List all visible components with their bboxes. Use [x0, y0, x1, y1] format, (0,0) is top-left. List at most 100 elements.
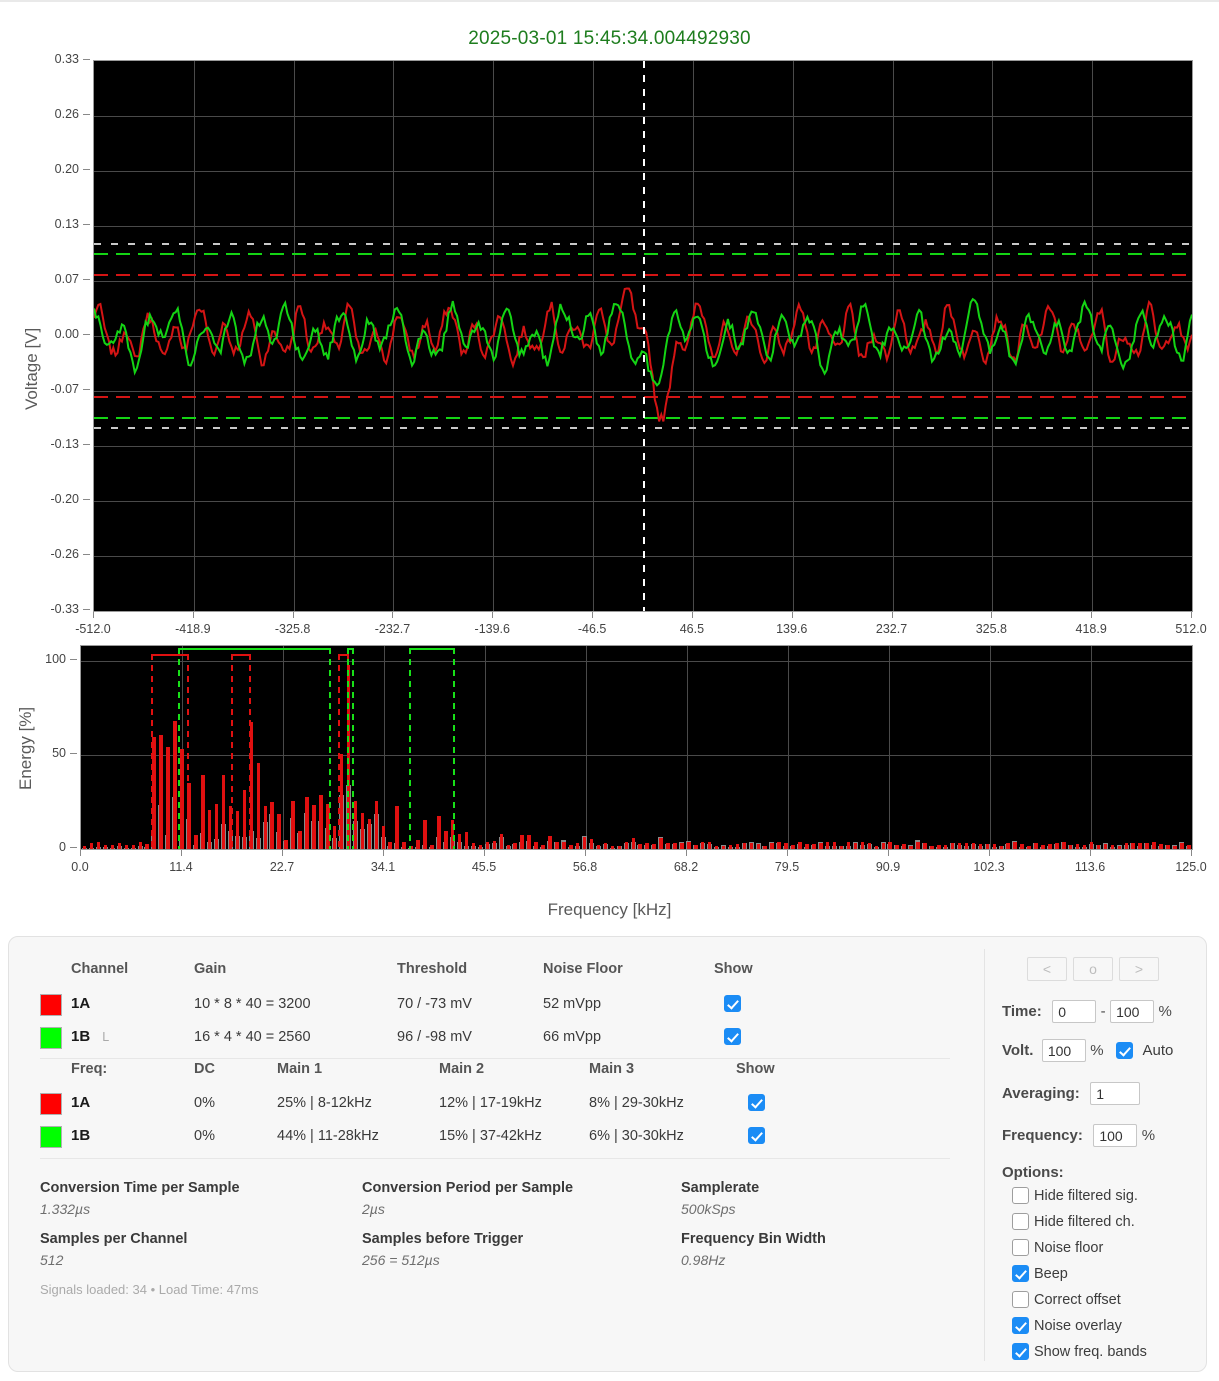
frequency-band-edge	[351, 647, 354, 849]
spectrum-signal-bar	[117, 842, 122, 849]
option-checkbox[interactable]	[1012, 1213, 1029, 1231]
frequency-scale-control: Frequency: 100 %	[1002, 1124, 1155, 1147]
spectrum-signal-bar	[1013, 841, 1017, 849]
spectrum-signal-bar	[728, 845, 733, 849]
frequency-band-edge	[248, 653, 251, 849]
spectrum-signal-bar	[1041, 844, 1045, 849]
frequency-band-marker-1a	[232, 653, 250, 656]
time-to-input[interactable]: 100	[1110, 1000, 1155, 1023]
spectrum-signal-bar	[367, 818, 372, 849]
option-label: Show freq. bands	[1034, 1343, 1147, 1360]
spectrum-signal-bar	[1089, 842, 1094, 849]
frequency-band-marker-1b	[178, 647, 330, 650]
spectrum-signal-bar	[957, 842, 962, 849]
option-checkbox[interactable]	[1012, 1239, 1029, 1257]
spectrum-signal-bar	[277, 813, 281, 849]
spectrum-signal-bar	[173, 721, 177, 849]
time-unit: %	[1158, 1003, 1172, 1020]
spectrum-signal-bar	[145, 843, 149, 849]
spectrum-signal-bar	[291, 801, 295, 849]
spectrum-signal-bar	[680, 842, 684, 849]
averaging-control: Averaging: 1	[1002, 1082, 1141, 1105]
spectrum-signal-bar	[555, 841, 559, 849]
info-value: 2µs	[362, 1201, 385, 1217]
spectrum-signal-bar	[874, 846, 879, 849]
spectrum-signal-bar	[1096, 844, 1101, 849]
channel-show-checkbox[interactable]	[724, 995, 741, 1012]
freq-table-header: Freq:	[71, 1061, 108, 1077]
frequency-label: Frequency:	[1002, 1127, 1083, 1144]
waveform-y-tick: -0.13	[0, 437, 90, 451]
spectrum-signal-bar	[888, 842, 892, 849]
channel-color-swatch	[40, 994, 62, 1016]
option-row[interactable]: Noise floor	[1012, 1239, 1103, 1257]
option-row[interactable]: Show freq. bands	[1012, 1343, 1147, 1361]
auto-volt-checkbox[interactable]	[1116, 1042, 1134, 1059]
spectrum-signal-bar	[492, 841, 497, 849]
spectrum-signal-bar	[1159, 843, 1163, 849]
spectrum-signal-bar	[256, 763, 261, 849]
spectrum-signal-bar	[499, 834, 504, 849]
spectrum-signal-bar	[534, 842, 538, 849]
spectrum-signal-bar	[1187, 844, 1191, 849]
spectrum-signal-bar	[985, 844, 990, 849]
freq-show-checkbox[interactable]	[748, 1127, 765, 1144]
current-signal-button[interactable]: o	[1073, 957, 1113, 981]
spectrum-signal-bar	[569, 844, 573, 849]
waveform-plot-area[interactable]	[93, 60, 1193, 612]
spectrum-signal-bar	[437, 816, 441, 849]
option-row[interactable]: Hide filtered sig.	[1012, 1187, 1138, 1205]
spectrum-signal-bar	[805, 844, 809, 849]
option-row[interactable]: Noise overlay	[1012, 1317, 1122, 1335]
spectrum-signal-bar	[700, 841, 705, 849]
freq-dc: 0%	[194, 1128, 215, 1144]
freq-show-checkbox[interactable]	[748, 1094, 765, 1111]
spectrum-signal-bar	[541, 844, 545, 849]
spectrum-x-tick: 22.7	[269, 860, 295, 874]
averaging-input[interactable]: 1	[1090, 1082, 1141, 1105]
option-checkbox[interactable]	[1012, 1317, 1029, 1335]
spectrum-signal-bar	[610, 845, 615, 849]
trigger-marker-line	[643, 61, 645, 611]
frequency-input[interactable]: 100	[1093, 1124, 1138, 1147]
freq-color-swatch	[40, 1126, 62, 1148]
option-checkbox[interactable]	[1012, 1187, 1029, 1205]
channel-threshold: 96 / -98 mV	[397, 1029, 472, 1045]
spectrum-signal-bar	[902, 844, 906, 849]
spectrum-x-tickmark	[383, 850, 384, 856]
option-checkbox[interactable]	[1012, 1291, 1029, 1309]
spectrum-x-axis-label: Frequency [kHz]	[547, 900, 672, 919]
channel-name: 1B L	[71, 1028, 110, 1045]
option-checkbox[interactable]	[1012, 1265, 1029, 1283]
spectrum-signal-bar	[853, 843, 858, 849]
spectrum-plot-area[interactable]	[80, 645, 1193, 850]
spectrum-signal-bar	[520, 835, 524, 849]
freq-channel-name: 1B	[71, 1127, 91, 1144]
waveform-y-tick: 0.00	[0, 327, 90, 341]
spectrum-signal-bar	[777, 841, 781, 849]
spectrum-x-tick: 113.6	[1074, 860, 1106, 874]
frequency-band-edge	[453, 647, 456, 849]
option-row[interactable]: Correct offset	[1012, 1291, 1121, 1309]
option-checkbox[interactable]	[1012, 1343, 1029, 1361]
prev-signal-button[interactable]: <	[1027, 957, 1067, 981]
volt-input[interactable]: 100	[1041, 1039, 1086, 1062]
info-label: Samplerate	[681, 1180, 760, 1196]
spectrum-signal-bar	[464, 831, 469, 849]
option-row[interactable]: Beep	[1012, 1265, 1068, 1283]
freq-table-header: DC	[194, 1061, 215, 1077]
spectrum-signal-bar	[1131, 843, 1135, 849]
volt-label: Volt.	[1002, 1042, 1034, 1059]
freq-main3: 6% | 30-30kHz	[589, 1128, 684, 1144]
next-signal-button[interactable]: >	[1119, 957, 1159, 981]
channel-show-checkbox[interactable]	[724, 1028, 741, 1045]
option-row[interactable]: Hide filtered ch.	[1012, 1213, 1135, 1231]
top-divider	[0, 0, 1219, 2]
spectrum-signal-bar	[791, 845, 795, 849]
spectrum-signal-bar	[721, 845, 726, 849]
waveform-x-tickmark	[1091, 612, 1093, 618]
spectrum-signal-bar	[770, 843, 774, 849]
time-from-input[interactable]: 0	[1052, 1000, 1097, 1023]
waveform-y-tick: 0.20	[0, 162, 90, 176]
spectrum-signal-bar	[930, 845, 934, 849]
